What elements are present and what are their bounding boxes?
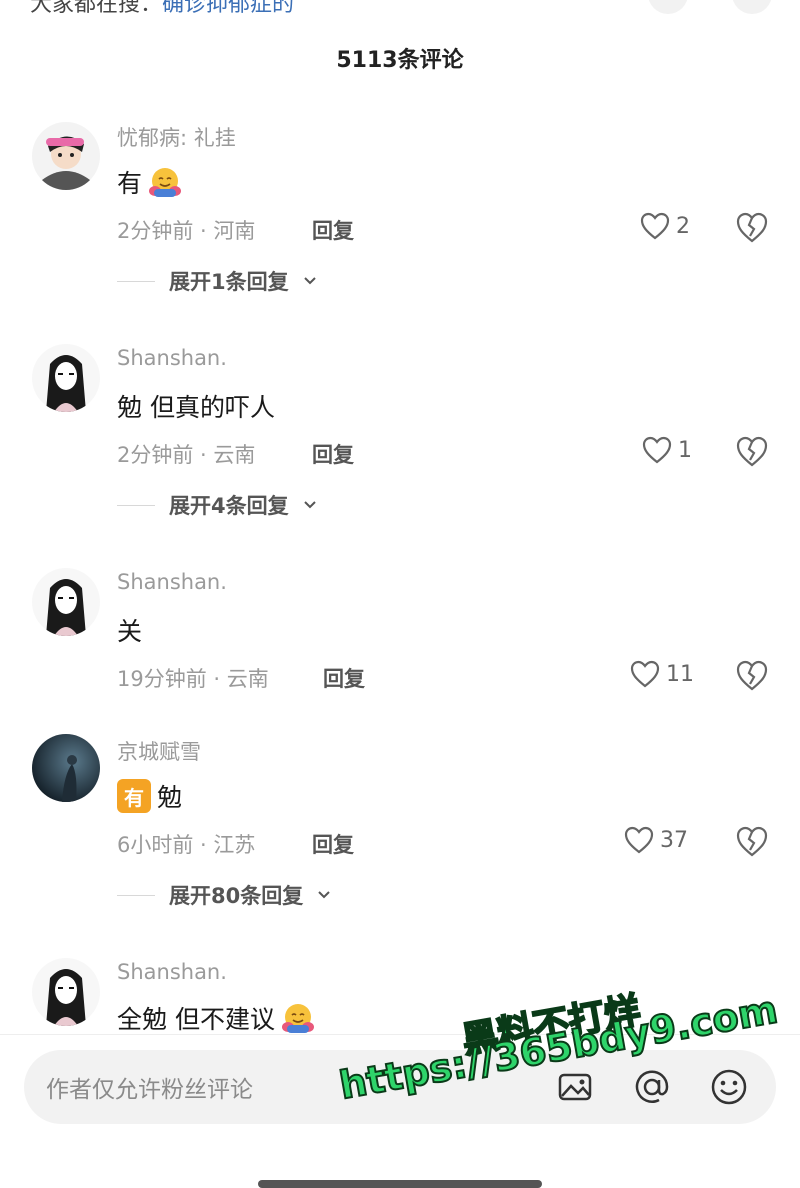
comment-meta: 6小时前 · 江苏 bbox=[117, 833, 256, 857]
heart-icon bbox=[624, 826, 654, 854]
broken-heart-icon[interactable] bbox=[736, 212, 768, 244]
broken-heart-icon[interactable] bbox=[736, 660, 768, 692]
expand-replies-label: 展开80条回复 bbox=[169, 884, 304, 908]
search-suggestion-label: 大家都在搜： bbox=[30, 0, 163, 17]
like-count: 11 bbox=[666, 661, 694, 687]
like-button[interactable]: 37 bbox=[624, 826, 688, 854]
comment-text-content: 关 bbox=[117, 617, 143, 646]
hug-face-icon bbox=[149, 168, 182, 197]
reply-button[interactable]: 回复 bbox=[312, 439, 354, 469]
search-suggestion[interactable]: 大家都在搜：确诊抑郁症的 bbox=[30, 0, 294, 18]
reply-button[interactable]: 回复 bbox=[312, 215, 354, 245]
like-count: 37 bbox=[660, 827, 688, 853]
chevron-down-icon bbox=[318, 891, 330, 899]
comment-meta: 2分钟前 · 河南 bbox=[117, 219, 256, 243]
comment-count-title: 5113条评论 bbox=[336, 48, 464, 73]
comment-text: 勉 但真的吓人 bbox=[117, 388, 275, 424]
comment-meta: 19分钟前 · 云南 bbox=[117, 667, 269, 691]
avatar[interactable] bbox=[32, 568, 100, 636]
search-suggestion-link[interactable]: 确诊抑郁症的 bbox=[162, 0, 294, 17]
like-button[interactable]: 11 bbox=[630, 660, 694, 688]
expand-replies[interactable]: 展开1条回复 bbox=[117, 266, 317, 296]
comment-username[interactable]: Shanshan. bbox=[117, 570, 227, 594]
chevron-down-icon bbox=[303, 501, 316, 509]
chevron-down-icon bbox=[303, 277, 316, 285]
hug-face-icon bbox=[281, 1004, 314, 1033]
avatar[interactable] bbox=[32, 122, 100, 190]
comment-meta: 2分钟前 · 云南 bbox=[117, 443, 256, 467]
comment-username[interactable]: Shanshan. bbox=[117, 346, 227, 370]
comment-text: 全勉 但不建议 bbox=[117, 1000, 315, 1036]
expand-replies[interactable]: 展开80条回复 bbox=[117, 880, 331, 910]
avatar[interactable] bbox=[32, 344, 100, 412]
avatar[interactable] bbox=[32, 958, 100, 1026]
expand-replies-label: 展开1条回复 bbox=[169, 270, 289, 294]
comment-text-content: 全勉 但不建议 bbox=[117, 1005, 275, 1034]
comment-text: 有 勉 bbox=[117, 778, 182, 814]
expand-replies-label: 展开4条回复 bbox=[169, 494, 289, 518]
heart-icon bbox=[630, 660, 660, 688]
expand-divider bbox=[117, 280, 155, 282]
top-search-strip: 大家都在搜：确诊抑郁症的 bbox=[0, 0, 800, 17]
heart-icon bbox=[642, 436, 672, 464]
comment-username[interactable]: 忧郁病: 礼挂 bbox=[117, 122, 236, 152]
image-icon[interactable] bbox=[554, 1066, 596, 1108]
comment-input-placeholder[interactable]: 作者仅允许粉丝评论 bbox=[46, 1070, 253, 1104]
you-badge-icon: 有 bbox=[117, 779, 151, 813]
like-button[interactable]: 1 bbox=[642, 436, 692, 464]
broken-heart-icon[interactable] bbox=[736, 826, 768, 858]
top-action-button-1[interactable] bbox=[648, 0, 688, 14]
emoji-smile-icon[interactable] bbox=[708, 1066, 750, 1108]
reply-button[interactable]: 回复 bbox=[323, 663, 365, 693]
reply-button[interactable]: 回复 bbox=[312, 829, 354, 859]
expand-divider bbox=[117, 894, 155, 896]
at-icon[interactable] bbox=[631, 1066, 673, 1108]
comment-text-content: 勉 但真的吓人 bbox=[117, 393, 275, 422]
expand-replies[interactable]: 展开4条回复 bbox=[117, 490, 317, 520]
expand-divider bbox=[117, 504, 155, 506]
heart-icon bbox=[640, 212, 670, 240]
home-indicator bbox=[258, 1180, 542, 1188]
comment-text-content: 有 bbox=[117, 169, 143, 198]
like-count: 1 bbox=[678, 437, 692, 463]
like-count: 2 bbox=[676, 213, 690, 239]
avatar[interactable] bbox=[32, 734, 100, 802]
comment-text: 有 bbox=[117, 164, 182, 200]
top-close-button[interactable] bbox=[732, 0, 772, 14]
broken-heart-icon[interactable] bbox=[736, 436, 768, 468]
comment-username[interactable]: 京城赋雪 bbox=[117, 736, 201, 766]
comment-text-content: 勉 bbox=[157, 783, 183, 812]
comment-text: 关 bbox=[117, 612, 142, 648]
like-button[interactable]: 2 bbox=[640, 212, 690, 240]
comment-username[interactable]: Shanshan. bbox=[117, 960, 227, 984]
